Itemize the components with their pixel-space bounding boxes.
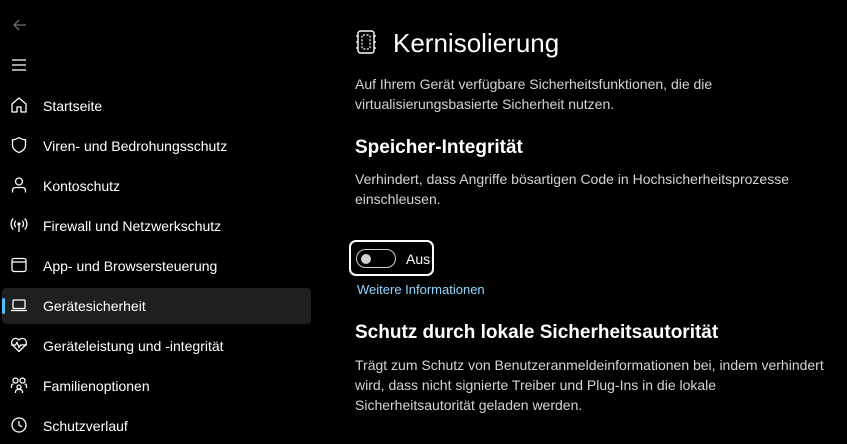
toggle-knob: [361, 254, 371, 264]
sidebar-item-label: Startseite: [43, 98, 103, 114]
sidebar-item-kontoschutz[interactable]: Kontoschutz: [2, 168, 311, 204]
main-content: Kernisolierung Auf Ihrem Gerät verfügbar…: [349, 0, 835, 434]
sidebar-item-virenschutz[interactable]: Viren- und Bedrohungsschutz: [2, 128, 311, 164]
laptop-icon: [10, 296, 28, 314]
page-title: Kernisolierung: [393, 28, 560, 58]
sidebar-item-label: Kontoschutz: [43, 178, 121, 194]
wifi-antenna-icon: [10, 216, 28, 234]
memory-integrity-title: Speicher-Integrität: [355, 137, 523, 158]
sidebar: Startseite Viren- und Bedrohungsschutz K…: [0, 0, 320, 434]
sidebar-item-label: Schutzverlauf: [43, 418, 128, 434]
more-info-link[interactable]: Weitere Informationen: [357, 282, 485, 297]
sidebar-item-startseite[interactable]: Startseite: [2, 88, 311, 124]
core-isolation-icon: [355, 28, 379, 56]
clock-icon: [10, 416, 28, 434]
family-icon: [10, 376, 28, 394]
sidebar-item-app-browser[interactable]: App- und Browsersteuerung: [2, 248, 311, 284]
sidebar-item-label: Familienoptionen: [43, 378, 150, 394]
memory-integrity-description: Verhindert, dass Angriffe bösartigen Cod…: [355, 171, 789, 207]
sidebar-item-geraetesicherheit[interactable]: Gerätesicherheit: [2, 288, 311, 324]
sidebar-item-label: Geräteleistung und -integrität: [43, 338, 224, 354]
browser-window-icon: [10, 256, 28, 274]
shield-icon: [10, 136, 28, 154]
person-icon: [10, 176, 28, 194]
hamburger-menu-icon[interactable]: [10, 55, 30, 75]
sidebar-item-firewall[interactable]: Firewall und Netzwerkschutz: [2, 208, 311, 244]
sidebar-item-familienoptionen[interactable]: Familienoptionen: [2, 368, 311, 404]
sidebar-item-geraeteleistung[interactable]: Geräteleistung und -integrität: [2, 328, 311, 364]
sidebar-item-label: Viren- und Bedrohungsschutz: [43, 138, 228, 154]
sidebar-item-label: Gerätesicherheit: [43, 298, 146, 314]
sidebar-item-label: Firewall und Netzwerkschutz: [43, 218, 222, 234]
lsa-protection-title: Schutz durch lokale Sicherheitsautorität: [355, 322, 719, 343]
active-indicator: [2, 298, 5, 314]
page-description: Auf Ihrem Gerät verfügbare Sicherheitsfu…: [355, 76, 713, 112]
home-icon: [10, 96, 28, 114]
sidebar-item-label: App- und Browsersteuerung: [43, 258, 218, 274]
memory-integrity-toggle[interactable]: Aus: [349, 240, 434, 276]
toggle-state-label: Aus: [406, 251, 431, 267]
heart-pulse-icon: [10, 336, 28, 354]
lsa-protection-description: Trägt zum Schutz von Benutzeranmeldeinfo…: [355, 357, 824, 413]
toggle-switch[interactable]: [356, 249, 396, 268]
sidebar-item-schutzverlauf[interactable]: Schutzverlauf: [2, 408, 311, 444]
back-arrow-icon[interactable]: [10, 15, 30, 35]
